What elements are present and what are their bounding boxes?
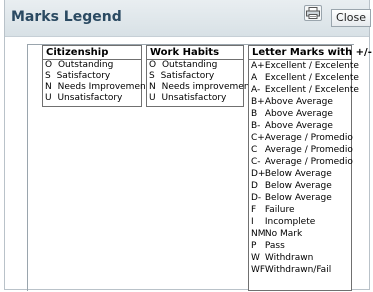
mark-code: C+: [251, 133, 265, 143]
legend-row: F Failure: [249, 204, 351, 216]
dialog-title: Marks Legend: [11, 9, 122, 25]
mark-code: N: [149, 82, 156, 92]
mark-code: P: [251, 241, 257, 251]
mark-code: O: [149, 60, 157, 70]
mark-code: A: [251, 73, 258, 83]
legend-row: N Needs Improvement: [43, 82, 149, 93]
mark-label: Pass: [264, 241, 285, 251]
print-button[interactable]: [304, 5, 322, 21]
mark-label: Below Average: [264, 193, 332, 203]
legend-row: B+ Above Average: [249, 96, 351, 108]
citizenship-legend: Citizenship O Outstanding S Satisfactory N…: [42, 45, 149, 107]
mark-label: Outstanding: [161, 60, 218, 70]
legend-row: I Incomplete: [249, 216, 351, 228]
letter-marks-legend: Letter Marks with +/- A+ Excellent / Exc…: [248, 45, 372, 291]
mark-label: Withdrawn: [264, 253, 314, 263]
mark-label: Needs Improvement: [57, 82, 150, 92]
marks-legend-dialog: Marks Legend Close Citizenship O Outstan…: [4, 0, 372, 291]
mark-code: N: [45, 82, 52, 92]
legend-row: C- Average / Promedio: [249, 156, 353, 168]
mark-label: Average / Promedio: [264, 133, 353, 143]
legend-row: W Withdrawn: [249, 252, 351, 264]
mark-code: WF: [251, 265, 266, 275]
mark-label: Excellent / Excelente: [264, 73, 359, 83]
mark-code: S: [45, 71, 51, 81]
legend-row: S Satisfactory: [147, 71, 243, 82]
mark-label: Above Average: [264, 97, 333, 107]
letter-marks-header: Letter Marks with +/-: [249, 46, 372, 60]
legend-row: N Needs improvement: [147, 82, 253, 93]
citizenship-header: Citizenship: [43, 46, 141, 60]
legend-row: D+ Below Average: [249, 168, 351, 180]
mark-code: U: [45, 93, 52, 103]
mark-label: Below Average: [264, 181, 332, 191]
legend-row: O Outstanding: [147, 60, 243, 71]
legend-row: A- Excellent / Excelente: [249, 84, 359, 96]
mark-label: Satisfactory: [56, 71, 111, 81]
mark-label: Above Average: [264, 109, 333, 119]
work-habits-legend: Work Habits O Outstanding S Satisfactory N…: [146, 45, 253, 107]
mark-label: Below Average: [264, 169, 332, 179]
mark-label: Average / Promedio: [264, 145, 353, 155]
printer-icon: [306, 7, 320, 19]
mark-code: NM: [251, 229, 266, 239]
mark-code: A+: [251, 61, 265, 71]
mark-code: W: [251, 253, 260, 263]
legend-row: O Outstanding: [43, 60, 141, 71]
mark-code: A-: [251, 85, 261, 95]
mark-label: Unsatisfactory: [57, 93, 123, 103]
mark-code: B+: [251, 97, 265, 107]
work-habits-header: Work Habits: [147, 46, 243, 60]
dialog-titlebar: Marks Legend Close: [5, 0, 371, 37]
legend-row: C Average / Promedio: [249, 144, 353, 156]
legend-row: U Unsatisfactory: [147, 93, 243, 104]
mark-label: Incomplete: [264, 217, 316, 227]
legend-row: D- Below Average: [249, 192, 351, 204]
legend-content: Citizenship O Outstanding S Satisfactory N…: [27, 44, 372, 291]
legend-row: A Excellent / Excelente: [249, 72, 359, 84]
mark-code: C-: [251, 157, 261, 167]
mark-code: I: [251, 217, 254, 227]
legend-row: B Above Average: [249, 108, 351, 120]
legend-row: P Pass: [249, 240, 351, 252]
mark-code: O: [45, 60, 53, 70]
legend-row: D Below Average: [249, 180, 351, 192]
legend-row: S Satisfactory: [43, 71, 141, 82]
legend-row: U Unsatisfactory: [43, 93, 141, 104]
close-button[interactable]: Close: [331, 9, 371, 27]
mark-label: Failure: [264, 205, 295, 215]
mark-code: D+: [251, 169, 266, 179]
mark-code: C: [251, 145, 258, 155]
mark-label: No Mark: [264, 229, 303, 239]
legend-row: B- Above Average: [249, 120, 351, 132]
mark-code: B: [251, 109, 258, 119]
mark-label: Unsatisfactory: [161, 93, 227, 103]
mark-code: S: [149, 71, 155, 81]
mark-code: U: [149, 93, 156, 103]
mark-label: Satisfactory: [160, 71, 215, 81]
legend-row: A+ Excellent / Excelente: [249, 60, 359, 72]
mark-label: Above Average: [264, 121, 333, 131]
mark-code: B-: [251, 121, 261, 131]
mark-label: Withdrawn/Fail: [264, 265, 332, 275]
mark-label: Excellent / Excelente: [264, 61, 359, 71]
mark-label: Average / Promedio: [264, 157, 353, 167]
legend-row: NM No Mark: [249, 228, 351, 240]
mark-label: Excellent / Excelente: [264, 85, 359, 95]
mark-label: Outstanding: [57, 60, 114, 70]
mark-label: Needs improvement: [161, 82, 254, 92]
mark-code: F: [251, 205, 257, 215]
legend-row: C+ Average / Promedio: [249, 132, 353, 144]
mark-code: D: [251, 181, 258, 191]
legend-row: WF Withdrawn/Fail: [249, 264, 351, 276]
mark-code: D-: [251, 193, 262, 203]
